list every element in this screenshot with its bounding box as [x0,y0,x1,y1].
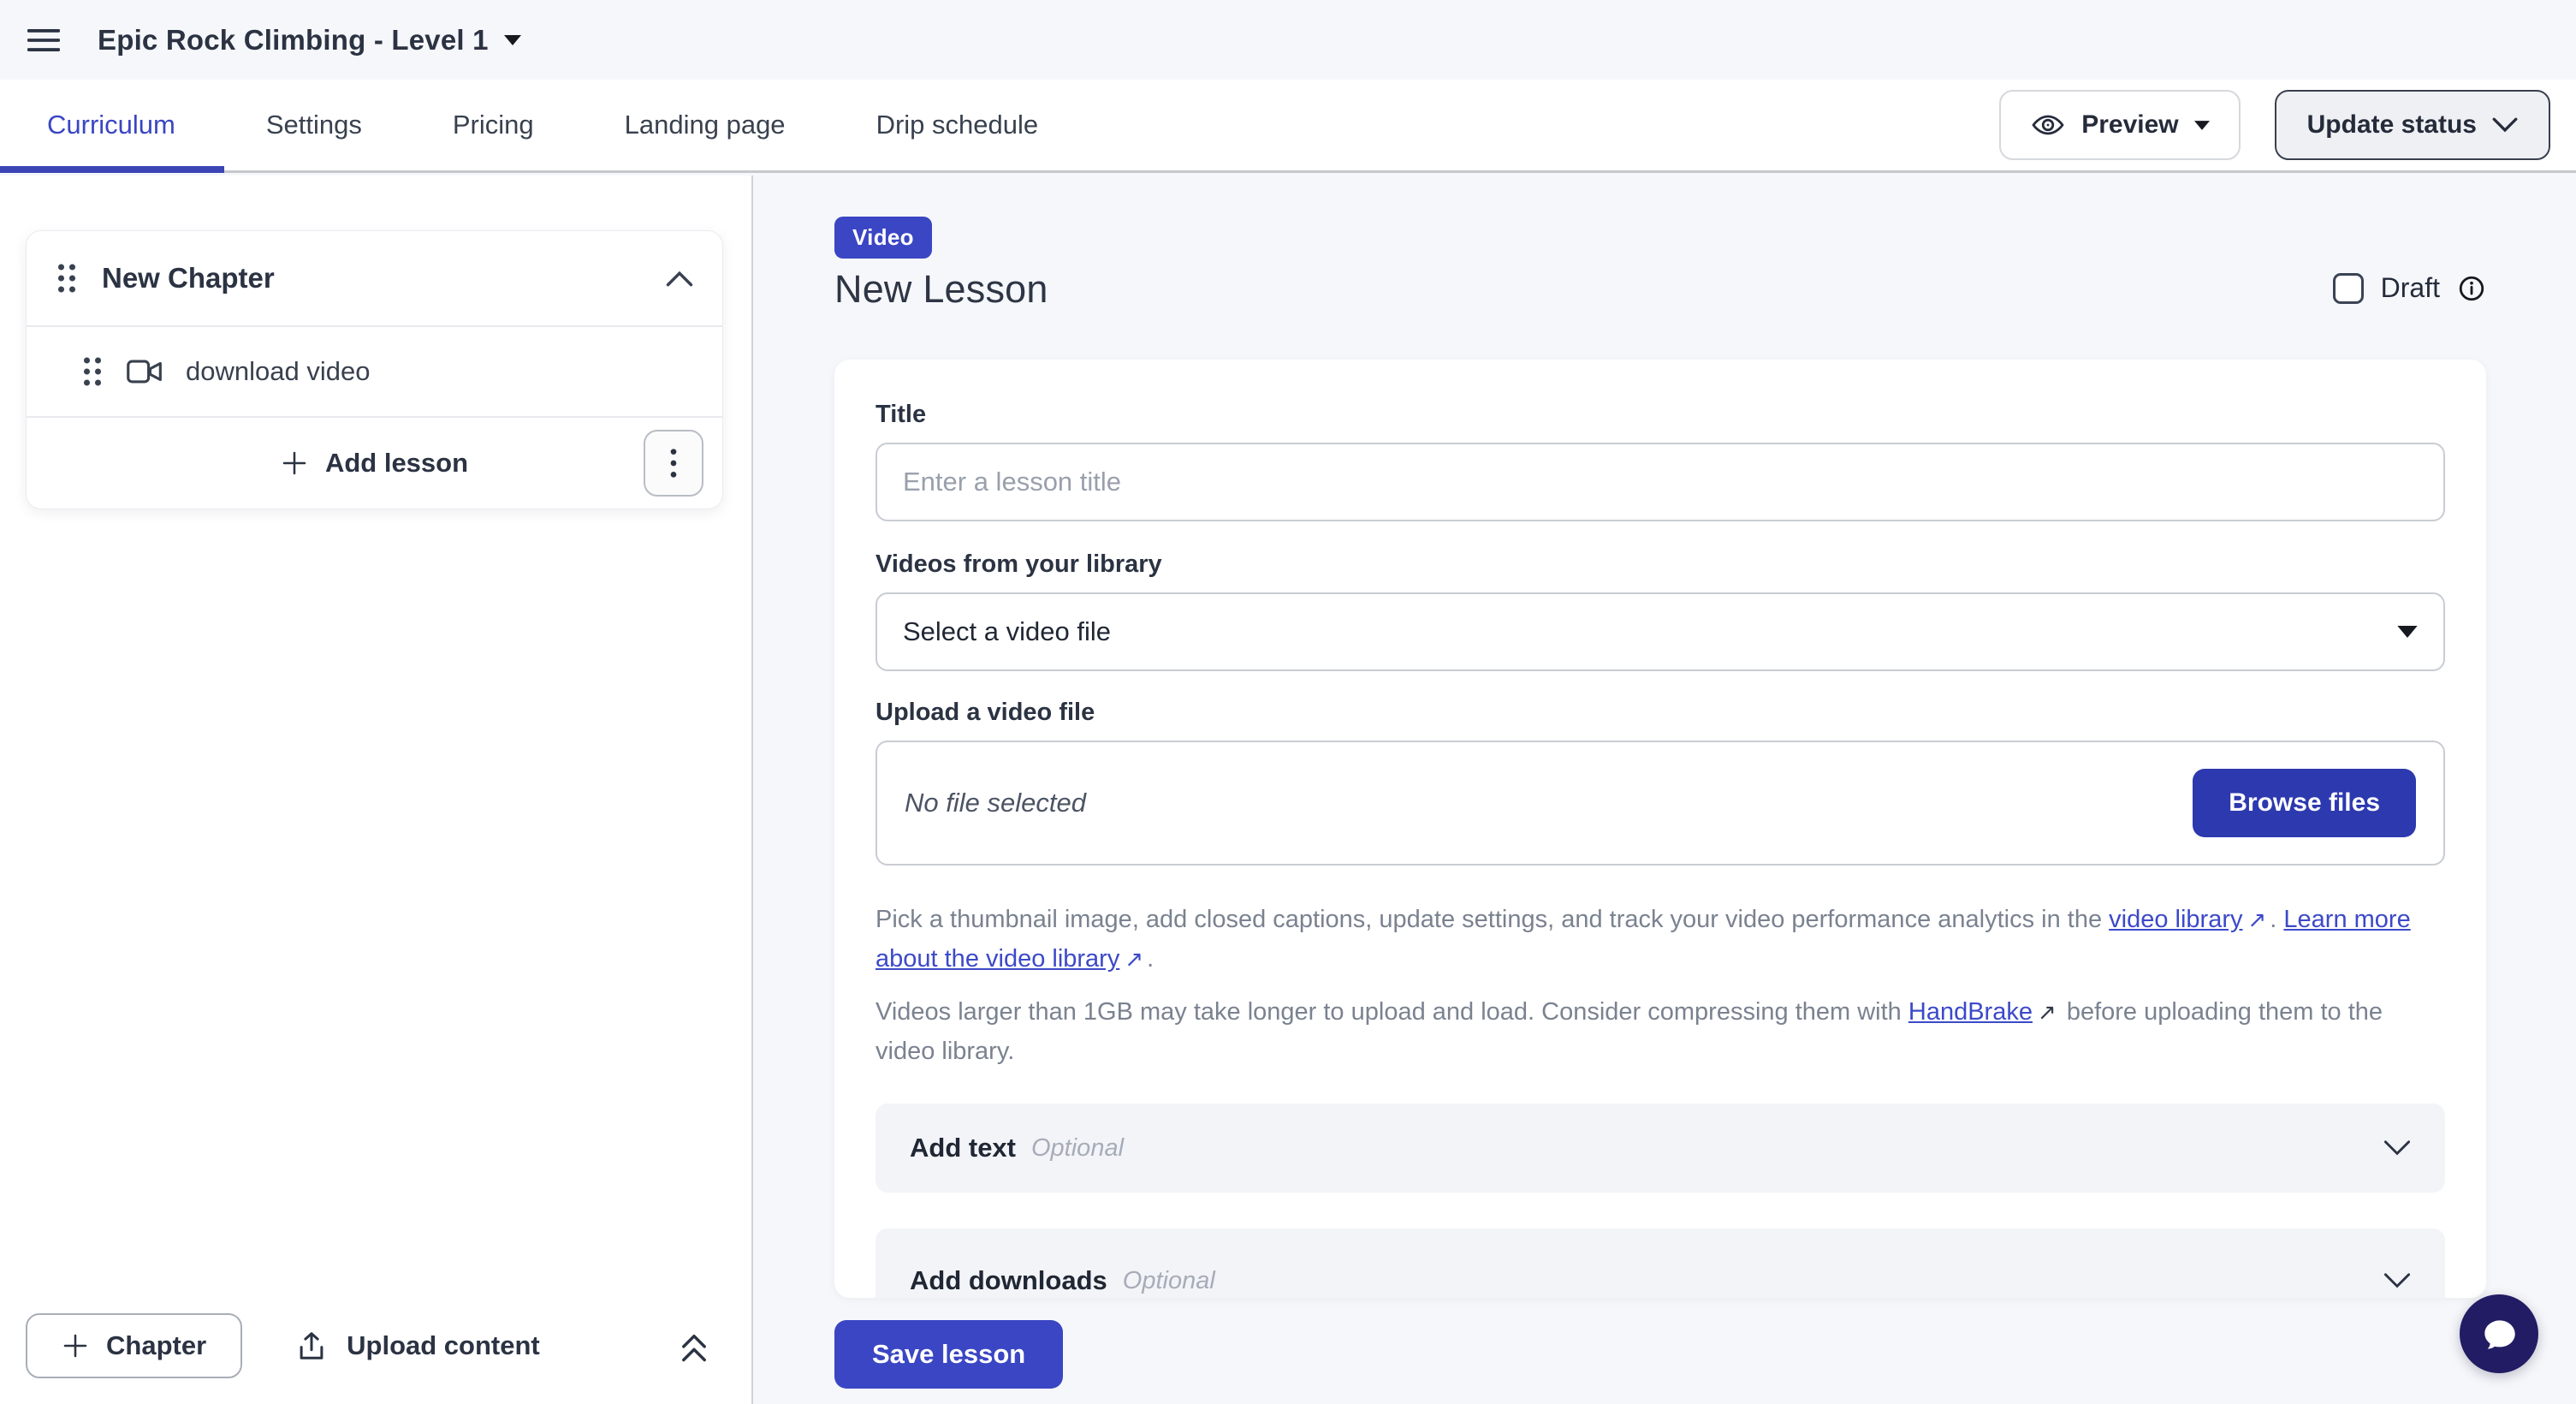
caret-down-icon [504,35,521,45]
plus-icon [62,1332,89,1359]
library-field-label: Videos from your library [875,550,2445,579]
info-icon[interactable] [2457,274,2486,303]
add-downloads-section[interactable]: Add downloads Optional [875,1228,2445,1298]
help-text-segment: Pick a thumbnail image, add closed capti… [875,906,2109,933]
chevron-up-icon [666,271,693,287]
sidebar-footer: Chapter Upload content [26,1313,727,1378]
add-chapter-label: Chapter [106,1330,206,1361]
tabbar-actions: Preview Update status [1999,80,2550,170]
update-status-button[interactable]: Update status [2275,90,2550,160]
lesson-heading-group: Video New Lesson [834,217,1048,312]
upload-empty-text: No file selected [905,788,1086,818]
chapter-title: New Chapter [102,262,275,294]
tab-curriculum[interactable]: Curriculum [47,110,175,140]
tab-pricing[interactable]: Pricing [453,110,534,140]
tab-list: Curriculum Settings Pricing Landing page… [0,80,1129,170]
kebab-menu-icon [669,446,678,480]
tabbar: Curriculum Settings Pricing Landing page… [0,80,2576,173]
lesson-title-input[interactable] [875,443,2445,521]
lesson-header: Video New Lesson Draft [834,217,2486,312]
external-link-icon: ↗ [2038,992,2057,1032]
optional-label: Optional [1031,1134,1124,1163]
add-text-section[interactable]: Add text Optional [875,1104,2445,1193]
curriculum-sidebar: New Chapter [0,176,753,1404]
external-link-icon: ↗ [2247,900,2266,939]
drag-handle-icon[interactable] [56,262,78,294]
upload-content-label: Upload content [347,1330,540,1361]
video-upload-dropzone[interactable]: No file selected Browse files [875,741,2445,866]
lesson-editor: Video New Lesson Draft Title Videos f [755,176,2576,1404]
add-lesson-button[interactable]: Add lesson [281,448,468,479]
collapse-chapter-button[interactable] [666,271,693,287]
video-library-select[interactable]: Select a video file [875,592,2445,671]
lesson-type-badge: Video [834,217,932,259]
chapter-card: New Chapter [26,230,723,509]
chevron-down-icon [2383,1272,2411,1289]
upload-field-label: Upload a video file [875,699,2445,727]
draft-checkbox[interactable] [2333,273,2364,304]
chat-widget-button[interactable] [2460,1294,2538,1373]
hamburger-icon [27,27,60,53]
plus-icon [281,449,308,477]
preview-button[interactable]: Preview [1999,90,2240,160]
course-builder-screen: Epic Rock Climbing - Level 1 Curriculum … [0,0,2576,1404]
hamburger-menu-button[interactable] [27,27,60,53]
chapter-footer: Add lesson [27,416,722,509]
help-text-segment: . [1147,945,1154,973]
caret-down-icon [2397,626,2418,638]
external-link-icon: ↗ [1125,939,1143,979]
draft-toggle-group: Draft [2333,265,2486,312]
help-text-segment: . [2270,906,2283,933]
help-text-segment: Videos larger than 1GB may take longer t… [875,998,1908,1026]
add-chapter-button[interactable]: Chapter [26,1313,242,1378]
lesson-form-card: Title Videos from your library Select a … [834,360,2486,1298]
chat-bubble-icon [2478,1312,2520,1355]
save-lesson-button[interactable]: Save lesson [834,1320,1063,1389]
chapter-header[interactable]: New Chapter [27,231,722,325]
lesson-title: download video [186,356,370,387]
active-tab-underline [0,166,224,173]
video-camera-icon [126,357,163,386]
browse-files-button[interactable]: Browse files [2193,769,2416,837]
collapse-all-button[interactable] [676,1329,712,1363]
chevron-down-icon [2383,1139,2411,1157]
double-chevron-up-icon [676,1329,712,1363]
lesson-row[interactable]: download video [27,325,722,416]
draft-label: Draft [2381,272,2440,304]
upload-icon [295,1329,328,1363]
course-switcher[interactable]: Epic Rock Climbing - Level 1 [98,24,521,57]
tab-drip-schedule[interactable]: Drip schedule [876,110,1039,140]
page-title: New Lesson [834,267,1048,312]
handbrake-link[interactable]: HandBrake [1908,998,2033,1026]
video-library-link[interactable]: video library [2109,906,2242,933]
chevron-down-icon [2492,117,2518,133]
optional-label: Optional [1123,1267,1215,1295]
chapter-options-button[interactable] [644,430,703,497]
video-library-help-text: Pick a thumbnail image, add closed capti… [875,900,2445,979]
add-downloads-label: Add downloads [910,1265,1107,1296]
add-lesson-label: Add lesson [325,448,468,479]
preview-label: Preview [2081,110,2178,140]
title-field-label: Title [875,401,2445,429]
add-text-label: Add text [910,1133,1016,1163]
caret-down-icon [2194,121,2210,130]
file-size-help-text: Videos larger than 1GB may take longer t… [875,992,2445,1071]
topbar: Epic Rock Climbing - Level 1 [0,0,2576,80]
eye-icon [2030,107,2066,143]
upload-content-button[interactable]: Upload content [295,1329,540,1363]
video-library-select-value: Select a video file [903,616,1111,647]
tab-landing-page[interactable]: Landing page [625,110,786,140]
course-title: Epic Rock Climbing - Level 1 [98,24,489,57]
tab-settings[interactable]: Settings [266,110,362,140]
update-status-label: Update status [2307,110,2477,140]
drag-handle-icon[interactable] [81,355,104,388]
